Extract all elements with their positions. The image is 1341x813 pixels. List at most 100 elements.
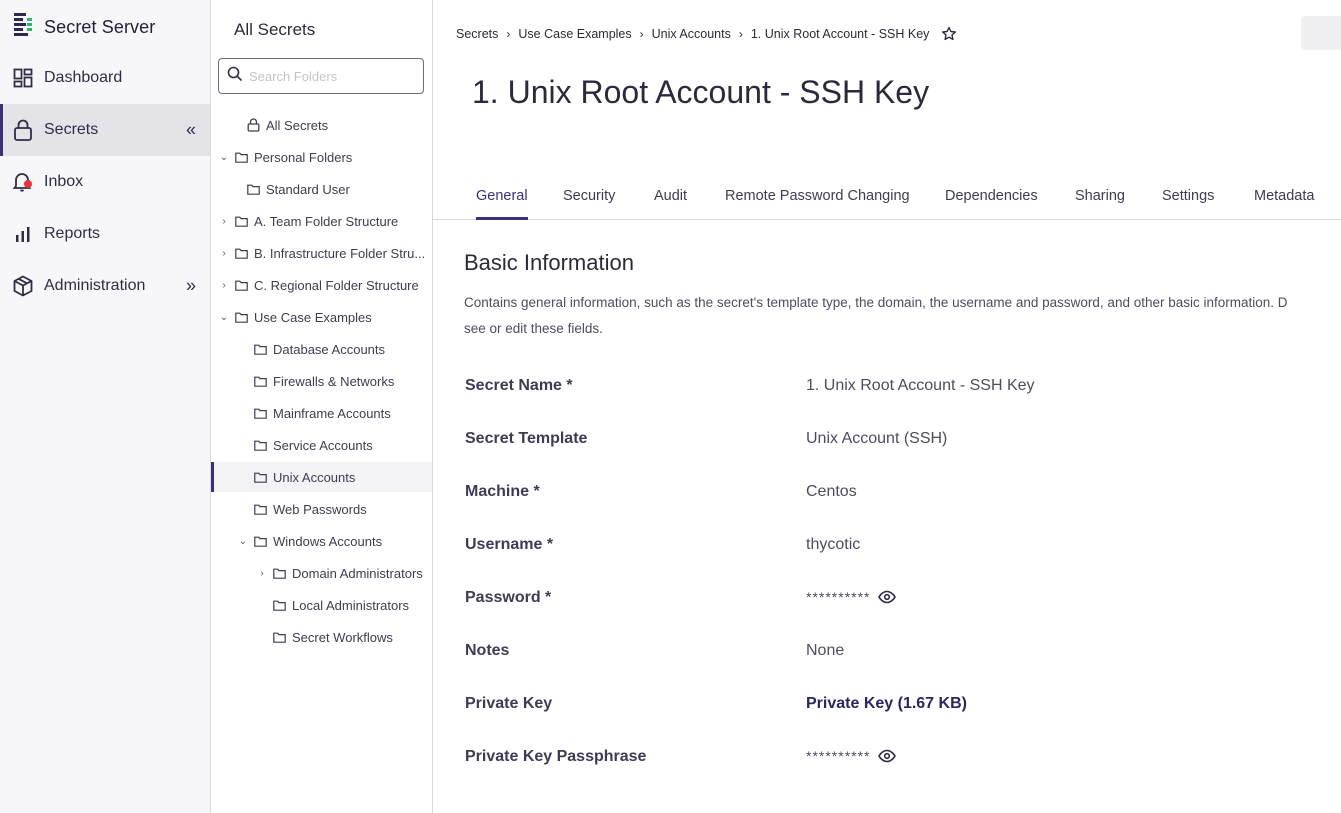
breadcrumb-separator: › — [738, 27, 743, 41]
folder-icon — [254, 344, 267, 355]
field-value-machine: Centos — [806, 483, 857, 500]
chevron-down-icon[interactable]: ⌄ — [219, 152, 229, 163]
field-value-secret-template: Unix Account (SSH) — [806, 430, 948, 447]
masked-passphrase: ********** — [806, 748, 871, 764]
folder-icon — [235, 280, 248, 291]
tree-item-label: A. Team Folder Structure — [254, 213, 399, 229]
breadcrumb-item[interactable]: Unix Accounts — [652, 27, 731, 41]
tree-item[interactable]: Unix Accounts — [211, 462, 432, 492]
tree-item[interactable]: › B. Infrastructure Folder Stru... — [211, 238, 432, 268]
tree-item[interactable]: › C. Regional Folder Structure — [211, 270, 432, 300]
tree-item-label: Firewalls & Networks — [273, 373, 395, 389]
folder-icon — [235, 248, 248, 259]
eye-icon[interactable] — [878, 749, 897, 763]
tree-item[interactable]: All Secrets — [211, 110, 432, 140]
nav-item-label: Administration — [44, 277, 146, 294]
tab-dependencies[interactable]: Dependencies — [945, 188, 1038, 220]
section-description-line: Contains general information, such as th… — [464, 295, 1288, 310]
field-label-machine: Machine * — [465, 483, 540, 500]
secret-server-logo-icon — [12, 12, 34, 43]
nav-item-reports[interactable]: Reports — [0, 208, 210, 260]
tree-item-label: Domain Administrators — [292, 565, 423, 581]
chevron-right-icon[interactable]: › — [219, 280, 229, 291]
bell-icon — [12, 171, 34, 193]
breadcrumb-item[interactable]: Use Case Examples — [518, 27, 631, 41]
tree-item-label: Unix Accounts — [273, 469, 356, 485]
tree-item-label: Database Accounts — [273, 341, 386, 357]
tab-general[interactable]: General — [476, 188, 528, 220]
tree-item[interactable]: Mainframe Accounts — [211, 398, 432, 428]
field-value-password: ********** — [806, 589, 897, 605]
lock-icon — [247, 118, 260, 132]
page-title: 1. Unix Root Account - SSH Key — [472, 74, 930, 110]
collapse-chevron-icon[interactable]: « — [186, 120, 196, 141]
tree-item[interactable]: Secret Workflows — [211, 622, 432, 652]
folder-search-input[interactable] — [249, 68, 419, 84]
field-value-secret-name: 1. Unix Root Account - SSH Key — [806, 377, 1035, 394]
tree-item[interactable]: ⌄ Personal Folders — [211, 142, 432, 172]
breadcrumb-item[interactable]: Secrets — [456, 27, 498, 41]
favorite-star-icon[interactable] — [941, 26, 957, 42]
field-label-password: Password * — [465, 589, 552, 606]
tree-item-label: Web Passwords — [273, 501, 367, 517]
tree-item[interactable]: Web Passwords — [211, 494, 432, 524]
tab-security[interactable]: Security — [563, 188, 615, 220]
field-label-secret-name: Secret Name * — [465, 377, 573, 394]
section-description: Contains general information, such as th… — [464, 290, 1341, 342]
tree-item[interactable]: › Domain Administrators — [211, 558, 432, 588]
tree-item[interactable]: Local Administrators — [211, 590, 432, 620]
search-icon — [227, 66, 243, 87]
expand-chevron-icon[interactable]: » — [186, 276, 196, 297]
nav-item-administration[interactable]: Administration » — [0, 260, 210, 312]
eye-icon[interactable] — [878, 590, 897, 604]
folder-icon — [254, 472, 267, 483]
section-title: Basic Information — [464, 250, 634, 275]
tab-settings[interactable]: Settings — [1162, 188, 1214, 220]
tree-item-label: Local Administrators — [292, 597, 410, 613]
tree-item-label: B. Infrastructure Folder Stru... — [254, 245, 426, 261]
chevron-down-icon[interactable]: ⌄ — [219, 312, 229, 323]
chevron-down-icon[interactable]: ⌄ — [238, 536, 248, 547]
field-value-username: thycotic — [806, 536, 861, 553]
nav-item-label: Reports — [44, 225, 101, 242]
nav-item-inbox[interactable]: Inbox — [0, 156, 210, 208]
actions-button[interactable] — [1301, 16, 1341, 50]
tree-item[interactable]: Standard User — [211, 174, 432, 204]
field-label-secret-template: Secret Template — [465, 430, 588, 447]
folder-icon — [273, 632, 286, 643]
folder-icon — [254, 536, 267, 547]
section-description-line: see or edit these fields. — [464, 321, 603, 336]
private-key-download-link[interactable]: Private Key (1.67 KB) — [806, 695, 967, 713]
chevron-right-icon[interactable]: › — [219, 216, 229, 227]
tab-metadata[interactable]: Metadata — [1254, 188, 1314, 220]
tree-item-label: Use Case Examples — [254, 309, 372, 325]
field-value-private-key-passphrase: ********** — [806, 748, 897, 764]
brand[interactable]: Secret Server — [12, 12, 155, 43]
folder-icon — [235, 312, 248, 323]
tree-item[interactable]: Service Accounts — [211, 430, 432, 460]
app-name: Secret Server — [44, 17, 156, 37]
nav-item-secrets[interactable]: Secrets « — [0, 104, 210, 156]
tree-item[interactable]: ⌄ Use Case Examples — [211, 302, 432, 332]
tree-item-label: Personal Folders — [254, 149, 353, 165]
folder-search[interactable] — [218, 58, 424, 94]
tab-sharing[interactable]: Sharing — [1075, 188, 1125, 220]
secret-detail: Secrets › Use Case Examples › Unix Accou… — [433, 0, 1341, 813]
folder-icon — [247, 184, 260, 195]
breadcrumb-separator: › — [506, 27, 511, 41]
chevron-right-icon[interactable]: › — [219, 248, 229, 259]
tree-item[interactable]: ⌄ Windows Accounts — [211, 526, 432, 556]
tree-item[interactable]: › A. Team Folder Structure — [211, 206, 432, 236]
chevron-right-icon[interactable]: › — [257, 568, 267, 579]
nav-item-dashboard[interactable]: Dashboard — [0, 52, 210, 104]
field-label-username: Username * — [465, 536, 554, 553]
tab-remote-password-changing[interactable]: Remote Password Changing — [725, 188, 910, 220]
folder-panel: All Secrets All Secrets ⌄ Personal Folders… — [211, 0, 433, 813]
field-value-notes: None — [806, 642, 845, 659]
tree-item[interactable]: Database Accounts — [211, 334, 432, 364]
tab-audit[interactable]: Audit — [654, 188, 687, 220]
tree-item-label: All Secrets — [266, 117, 329, 133]
folder-icon — [254, 504, 267, 515]
tree-item-label: C. Regional Folder Structure — [254, 277, 419, 293]
tree-item[interactable]: Firewalls & Networks — [211, 366, 432, 396]
